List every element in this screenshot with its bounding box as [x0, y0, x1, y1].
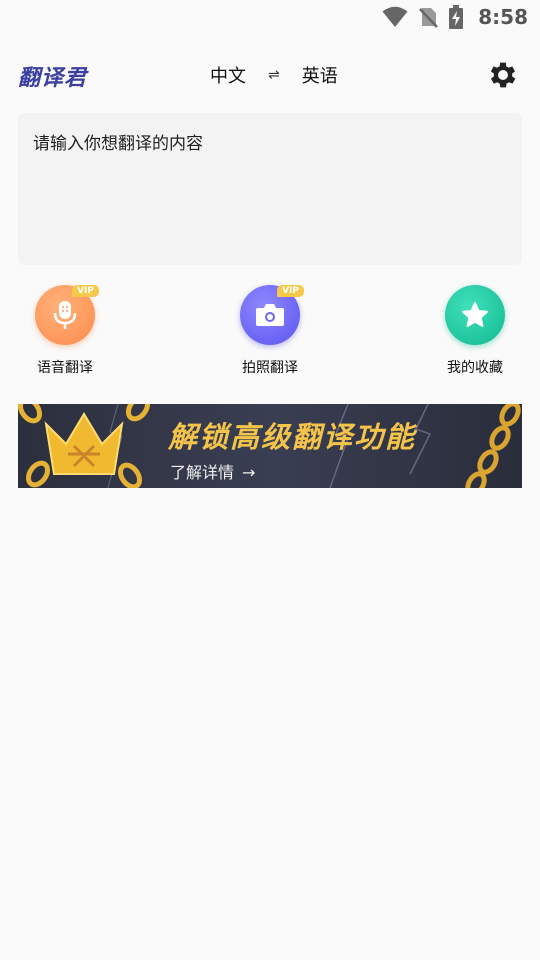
photo-translate-button[interactable]: VIP 拍照翻译	[215, 285, 325, 377]
language-switcher: 中文 ⇌ 英语	[210, 62, 338, 88]
vip-badge: VIP	[72, 285, 99, 297]
voice-translate-button[interactable]: VIP 语音翻译	[10, 285, 120, 377]
photo-translate-circle: VIP	[240, 285, 304, 345]
target-language-button[interactable]: 英语	[302, 62, 338, 88]
app-bar: 翻译君 中文 ⇌ 英语	[0, 52, 540, 100]
camera-icon	[256, 304, 284, 326]
vip-badge: VIP	[277, 285, 304, 297]
voice-translate-label: 语音翻译	[37, 360, 93, 376]
microphone-icon	[53, 301, 77, 329]
learn-more-label: 了解详情	[170, 463, 235, 482]
photo-translate-label: 拍照翻译	[242, 360, 298, 376]
swap-languages-icon[interactable]: ⇌	[268, 67, 280, 83]
app-logo: 翻译君	[18, 66, 88, 91]
voice-translate-circle: VIP	[35, 285, 99, 345]
arrow-right-icon: →	[242, 463, 256, 482]
no-sim-icon	[419, 8, 439, 28]
translation-input[interactable]	[18, 113, 522, 265]
screen: 8:58 翻译君 中文 ⇌ 英语 V	[0, 0, 540, 960]
wifi-icon	[382, 6, 408, 27]
source-language-button[interactable]: 中文	[210, 62, 246, 88]
battery-charging-icon	[449, 5, 464, 29]
favorites-button[interactable]: 我的收藏	[420, 285, 530, 377]
favorites-circle	[445, 285, 505, 345]
gear-icon[interactable]	[486, 58, 520, 92]
chain-decoration	[465, 404, 521, 488]
feature-row: VIP 语音翻译 VIP 拍照翻译 我的收藏	[0, 285, 540, 385]
translation-input-card	[18, 113, 522, 265]
learn-more-link[interactable]: 了解详情 →	[170, 459, 255, 483]
crown-icon	[18, 404, 151, 488]
banner-title: 解锁高级翻译功能	[168, 420, 417, 454]
favorites-label: 我的收藏	[447, 360, 503, 376]
premium-banner[interactable]: 解锁高级翻译功能 了解详情 →	[18, 404, 522, 488]
clock: 8:58	[478, 5, 528, 29]
star-icon	[462, 302, 488, 327]
status-bar: 8:58	[0, 0, 540, 36]
status-icons: 8:58	[382, 5, 528, 29]
